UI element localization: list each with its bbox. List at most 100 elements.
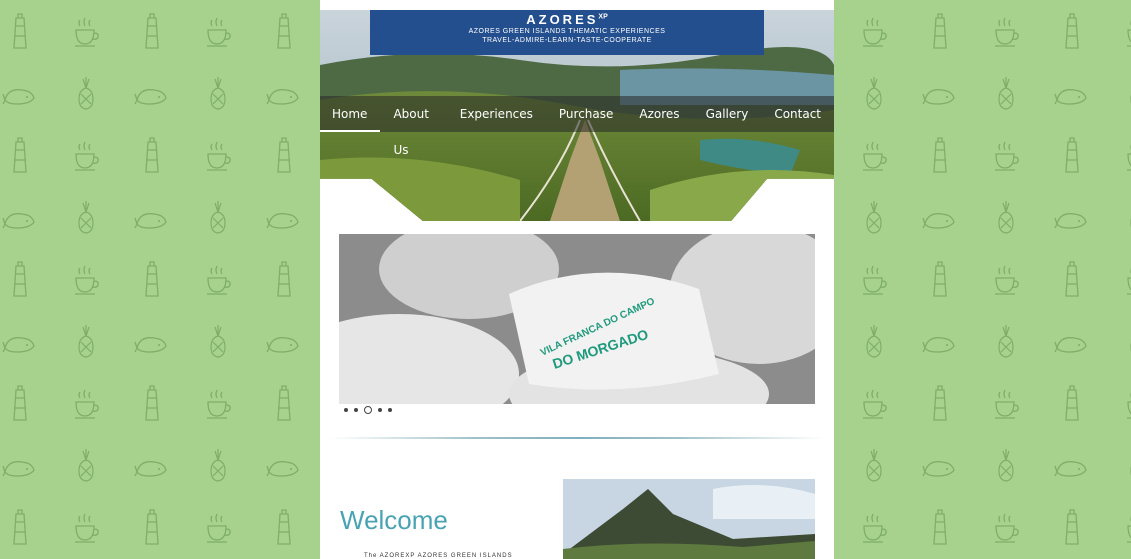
lighthouse-icon [922,260,958,300]
section-divider [330,437,824,439]
slider-dot-2[interactable] [354,408,358,412]
main-nav: Home About Us Experiences Purchase Azore… [320,96,834,157]
cup-icon [1120,508,1131,548]
cup-icon [68,508,104,548]
whale-icon [134,198,170,238]
cup-icon [988,384,1024,424]
whale-icon [266,74,302,114]
pineapple-icon [200,322,236,362]
cup-icon [856,260,892,300]
pineapple-icon [1120,198,1131,238]
nav-experiences[interactable]: Experiences [447,96,546,132]
lighthouse-icon [1054,508,1090,548]
lighthouse-icon [1054,384,1090,424]
lighthouse-icon [2,136,38,176]
pineapple-icon [1120,322,1131,362]
welcome-heading: Welcome [340,505,448,535]
cup-icon [68,12,104,52]
background-pattern-left [0,0,320,559]
cup-icon [856,12,892,52]
lighthouse-icon [922,136,958,176]
whale-icon [922,198,958,238]
cup-icon [856,508,892,548]
pineapple-icon [68,446,104,486]
nav-contact[interactable]: Contact [761,96,834,132]
slider-dots [344,406,392,414]
nav-gallery[interactable]: Gallery [693,96,762,132]
whale-icon [2,74,38,114]
pineapple-icon [988,74,1024,114]
lighthouse-icon [1054,260,1090,300]
whale-icon [266,198,302,238]
pineapple-icon [1120,446,1131,486]
page-content: AZORESXP AZORES GREEN ISLANDS THEMATIC E… [320,0,834,559]
whale-icon [2,198,38,238]
cup-icon [200,136,236,176]
nav-about-us[interactable]: About Us [380,96,446,157]
cup-icon [1120,260,1131,300]
nav-azores[interactable]: Azores [626,96,692,132]
lighthouse-icon [922,508,958,548]
nav-purchase[interactable]: Purchase [546,96,627,132]
brand-tagline-1: AZORES GREEN ISLANDS THEMATIC EXPERIENCE… [468,28,666,35]
background-pattern-right [834,0,1131,559]
nav-home[interactable]: Home [320,96,381,132]
whale-icon [2,446,38,486]
whale-icon [134,446,170,486]
slider-dot-4[interactable] [378,408,382,412]
lighthouse-icon [134,260,170,300]
pineapple-icon [1120,74,1131,114]
whale-icon [922,446,958,486]
whale-icon [1054,74,1090,114]
pineapple-icon [200,74,236,114]
cup-icon [988,12,1024,52]
brand-banner[interactable]: AZORESXP AZORES GREEN ISLANDS THEMATIC E… [370,10,764,55]
whale-icon [134,74,170,114]
cup-icon [200,260,236,300]
whale-icon [1054,322,1090,362]
lighthouse-icon [2,384,38,424]
lighthouse-icon [922,384,958,424]
cup-icon [1120,384,1131,424]
slider-dot-3[interactable] [364,406,372,414]
whale-icon [266,322,302,362]
cup-icon [68,260,104,300]
whale-icon [922,322,958,362]
image-slider[interactable]: DO MORGADO VILA FRANCA DO CAMPO [339,234,815,404]
pineapple-icon [856,446,892,486]
lighthouse-icon [2,12,38,52]
cup-icon [200,384,236,424]
lighthouse-icon [134,136,170,176]
lighthouse-icon [266,384,302,424]
pineapple-icon [68,198,104,238]
pineapple-icon [856,322,892,362]
cup-icon [200,508,236,548]
lighthouse-icon [266,12,302,52]
pineapple-icon [988,322,1024,362]
pineapple-icon [988,446,1024,486]
whale-icon [2,322,38,362]
cup-icon [856,384,892,424]
lighthouse-icon [2,260,38,300]
whale-icon [134,322,170,362]
whale-icon [1054,446,1090,486]
lighthouse-icon [134,12,170,52]
cup-icon [1120,12,1131,52]
brand-name: AZORESXP [526,12,608,27]
lighthouse-icon [134,384,170,424]
lighthouse-icon [2,508,38,548]
slider-dot-5[interactable] [388,408,392,412]
cup-icon [988,260,1024,300]
lighthouse-icon [922,12,958,52]
lighthouse-icon [266,508,302,548]
lighthouse-icon [1054,136,1090,176]
lighthouse-icon [1054,12,1090,52]
pineapple-icon [200,446,236,486]
slider-dot-1[interactable] [344,408,348,412]
pineapple-icon [200,198,236,238]
pineapple-icon [856,74,892,114]
whale-icon [266,446,302,486]
mountain-photo [563,479,815,559]
cup-icon [68,136,104,176]
cup-icon [1120,136,1131,176]
